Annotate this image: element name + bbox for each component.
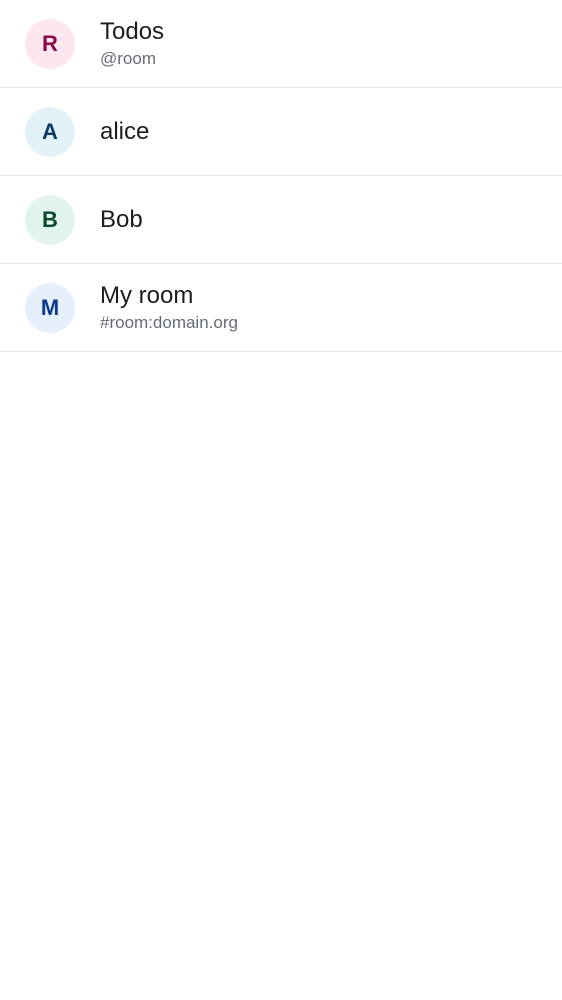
list-item-text: Todos @room xyxy=(100,0,546,87)
list-item-title: Bob xyxy=(100,205,143,233)
list-item-title: My room xyxy=(100,282,194,309)
avatar: A xyxy=(25,107,75,157)
list-item-title: Todos xyxy=(100,18,165,45)
avatar: M xyxy=(25,283,75,333)
avatar: R xyxy=(25,19,75,69)
list-item-text: alice xyxy=(100,88,546,175)
list-item-subtitle: @room xyxy=(100,49,156,68)
list-item[interactable]: M My room #room:domain.org xyxy=(0,264,562,352)
list-item-title: alice xyxy=(100,117,150,145)
list-item[interactable]: B Bob xyxy=(0,176,562,264)
list-item-subtitle: #room:domain.org xyxy=(100,313,238,332)
room-list: R Todos @room A alice B Bob M My room #r… xyxy=(0,0,562,352)
list-item[interactable]: A alice xyxy=(0,88,562,176)
list-item-text: Bob xyxy=(100,176,546,263)
list-item[interactable]: R Todos @room xyxy=(0,0,562,88)
list-item-text: My room #room:domain.org xyxy=(100,264,546,351)
avatar: B xyxy=(25,195,75,245)
